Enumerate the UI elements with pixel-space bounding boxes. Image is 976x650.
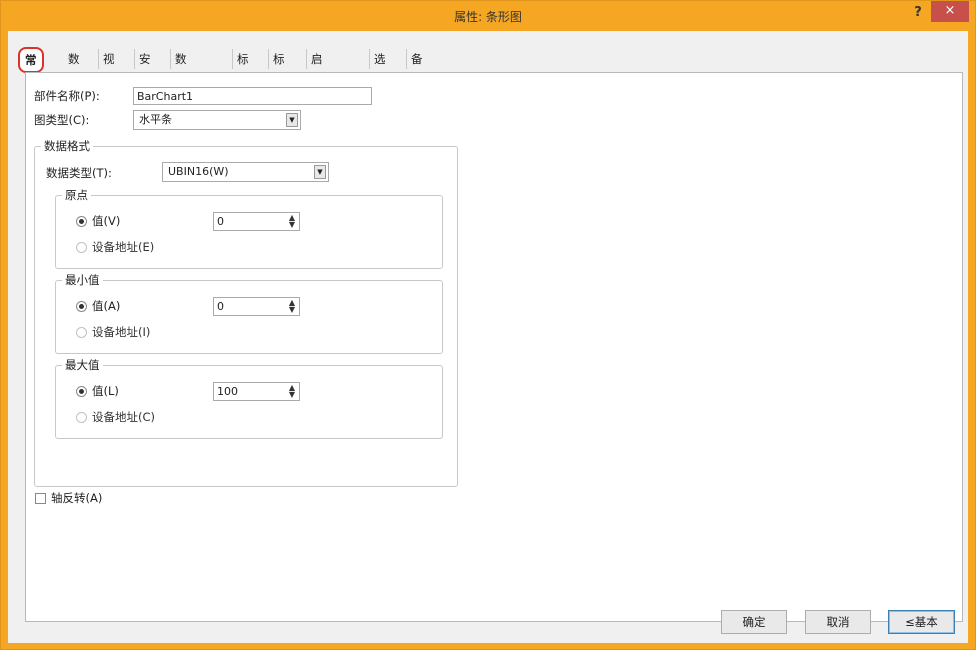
spinner-arrows-icon[interactable]: ▲ ▼ (286, 384, 298, 399)
max-title: 最大值 (62, 357, 103, 373)
spinner-arrows-icon[interactable]: ▲ ▼ (286, 299, 298, 314)
max-value-text: 100 (217, 385, 238, 398)
min-value-stepper[interactable]: 0 ▲ ▼ (213, 297, 300, 316)
data-type-value: UBIN16(W) (168, 165, 229, 178)
tab-notes[interactable]: 备注 (406, 49, 427, 86)
origin-value-radio[interactable] (76, 216, 87, 227)
min-group: 最小值 值(A) 0 ▲ ▼ 设备地址(I) (55, 272, 443, 354)
origin-value-stepper[interactable]: 0 ▲ ▼ (213, 212, 300, 231)
origin-value-label[interactable]: 值(V) (92, 213, 120, 229)
tab-general[interactable]: 常规 (18, 47, 44, 89)
min-device-label[interactable]: 设备地址(I) (92, 324, 150, 340)
part-name-label: 部件名称(P): (34, 89, 100, 103)
max-value-radio[interactable] (76, 386, 87, 397)
origin-device-label[interactable]: 设备地址(E) (92, 239, 154, 255)
tab-scale[interactable]: 标尺 (232, 49, 253, 86)
origin-value-text: 0 (217, 215, 224, 228)
title-bar[interactable]: 属性: 条形图 ? × (1, 1, 975, 31)
min-device-radio[interactable] (76, 327, 87, 338)
close-button[interactable]: × (931, 1, 969, 22)
tab-trigger-condition[interactable]: 启动条件 (306, 49, 327, 126)
data-type-select[interactable]: UBIN16(W) ▼ (162, 162, 329, 182)
data-type-label: 数据类型(T): (46, 166, 112, 180)
data-format-group: 数据格式 数据类型(T): UBIN16(W) ▼ 原点 值(V) 0 ▲▼ (34, 138, 458, 487)
ok-button[interactable]: 确定 (721, 610, 787, 634)
origin-device-radio[interactable] (76, 242, 87, 253)
help-button[interactable]: ? (905, 3, 931, 23)
tab-data-overflow[interactable]: 数据溢出 (170, 49, 191, 126)
chart-type-value: 水平条 (139, 113, 172, 126)
max-value-label[interactable]: 值(L) (92, 383, 119, 399)
min-value-label[interactable]: 值(A) (92, 298, 120, 314)
max-device-radio[interactable] (76, 412, 87, 423)
chevron-down-icon[interactable]: ▼ (286, 113, 298, 127)
max-group: 最大值 值(L) 100 ▲ ▼ 设备地址(C) (55, 357, 443, 439)
tab-security[interactable]: 安全 (134, 49, 155, 86)
chart-type-select[interactable]: 水平条 ▼ (133, 110, 301, 130)
cancel-button[interactable]: 取消 (805, 610, 871, 634)
max-value-stepper[interactable]: 100 ▲ ▼ (213, 382, 300, 401)
basic-button[interactable]: ≤基本 (888, 610, 955, 634)
chart-type-label: 图类型(C): (34, 113, 90, 127)
part-name-input[interactable]: BarChart1 (133, 87, 372, 105)
spinner-arrows-icon[interactable]: ▲ ▼ (286, 214, 298, 229)
tab-options[interactable]: 选项 (369, 49, 390, 86)
min-value-radio[interactable] (76, 301, 87, 312)
properties-dialog: 属性: 条形图 ? × 常规 数据 视图 安全 数据溢出 标尺 标签 启动条件 … (0, 0, 976, 650)
axis-reverse-label[interactable]: 轴反转(A) (51, 490, 102, 506)
tab-view[interactable]: 视图 (98, 49, 119, 86)
data-format-title: 数据格式 (41, 138, 93, 154)
tab-label[interactable]: 标签 (268, 49, 289, 86)
min-title: 最小值 (62, 272, 103, 288)
dialog-client-area: 常规 数据 视图 安全 数据溢出 标尺 标签 启动条件 选项 备注 部件名称(P… (8, 31, 968, 643)
window-title: 属性: 条形图 (454, 10, 522, 24)
axis-reverse-checkbox[interactable] (35, 493, 46, 504)
origin-group: 原点 值(V) 0 ▲ ▼ 设备地址(E) (55, 187, 443, 269)
min-value-text: 0 (217, 300, 224, 313)
origin-title: 原点 (62, 187, 91, 203)
general-tab-panel: 部件名称(P): BarChart1 图类型(C): 水平条 ▼ 数据格式 数据… (25, 72, 963, 622)
max-device-label[interactable]: 设备地址(C) (92, 409, 155, 425)
tab-data[interactable]: 数据 (64, 49, 84, 86)
chevron-down-icon[interactable]: ▼ (314, 165, 326, 179)
